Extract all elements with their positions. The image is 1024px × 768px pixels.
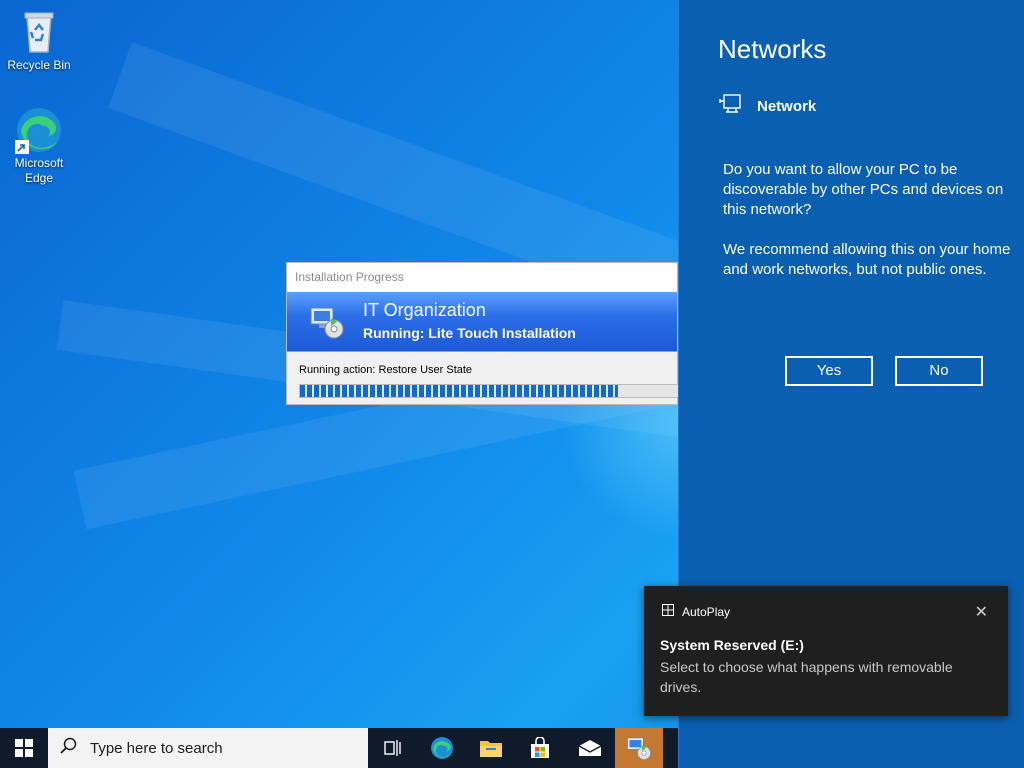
- panel-title: Networks: [718, 34, 827, 64]
- shortcut-arrow-icon: [15, 140, 29, 154]
- autoplay-icon: [662, 604, 674, 619]
- installation-banner: IT Organization Running: Lite Touch Inst…: [287, 292, 677, 352]
- taskbar-file-explorer[interactable]: [467, 728, 515, 768]
- deployment-icon: [627, 737, 651, 760]
- taskbar-task-view[interactable]: [368, 728, 416, 768]
- search-placeholder: Type here to search: [90, 739, 223, 757]
- desktop-icon-label: Recycle Bin: [7, 58, 71, 72]
- recycle-bin-icon: [15, 8, 63, 56]
- network-row: Network: [719, 94, 816, 119]
- discoverable-recommendation: We recommend allowing this on your home …: [723, 241, 1011, 278]
- toast-app-name: AutoPlay: [682, 604, 731, 619]
- file-explorer-icon: [480, 741, 502, 757]
- desktop-icon-label: Microsoft Edge: [14, 156, 64, 185]
- running-status: Running: Lite Touch Installation: [363, 325, 576, 341]
- deployment-logo-icon: [309, 304, 345, 340]
- organization-name: IT Organization: [363, 300, 486, 320]
- window-title: Installation Progress: [287, 263, 677, 292]
- desktop-icon-microsoft-edge[interactable]: Microsoft Edge: [4, 106, 74, 186]
- progress-bar-fill: [300, 385, 618, 397]
- autoplay-notification[interactable]: AutoPlay ✕ System Reserved (E:) Select t…: [644, 586, 1008, 716]
- yes-button[interactable]: Yes: [785, 356, 873, 386]
- close-icon[interactable]: ✕: [975, 602, 988, 622]
- taskbar-search-box[interactable]: Type here to search: [48, 728, 368, 768]
- taskbar-edge[interactable]: [418, 728, 466, 768]
- store-icon: [531, 737, 549, 758]
- ethernet-icon: [719, 94, 741, 119]
- toast-description: Select to choose what happens with remov…: [660, 659, 953, 695]
- network-name: Network: [757, 98, 817, 115]
- taskbar-store[interactable]: [516, 728, 564, 768]
- edge-icon: [15, 106, 63, 154]
- toast-header: AutoPlay: [662, 604, 730, 619]
- mail-icon: [578, 740, 602, 756]
- no-button[interactable]: No: [895, 356, 983, 386]
- current-action-text: Running action: Restore User State: [299, 364, 473, 376]
- desktop-icon-recycle-bin[interactable]: Recycle Bin: [4, 8, 74, 73]
- installation-progress-window: Installation Progress IT Organization Ru…: [286, 262, 679, 405]
- installation-progress-bar: [299, 384, 679, 398]
- taskbar-deployment-wizard[interactable]: [615, 728, 663, 768]
- discoverable-message: Do you want to allow your PC to be disco…: [723, 160, 1013, 280]
- search-icon: [60, 737, 78, 759]
- toast-drive-title: System Reserved (E:): [660, 637, 804, 653]
- discoverable-question: Do you want to allow your PC to be disco…: [723, 161, 1004, 218]
- taskbar: Type here to search: [0, 728, 678, 768]
- edge-icon: [431, 737, 453, 759]
- windows-start-icon: [15, 739, 33, 757]
- taskbar-mail[interactable]: [566, 728, 614, 768]
- start-button[interactable]: [0, 728, 48, 768]
- task-view-icon: [384, 740, 401, 756]
